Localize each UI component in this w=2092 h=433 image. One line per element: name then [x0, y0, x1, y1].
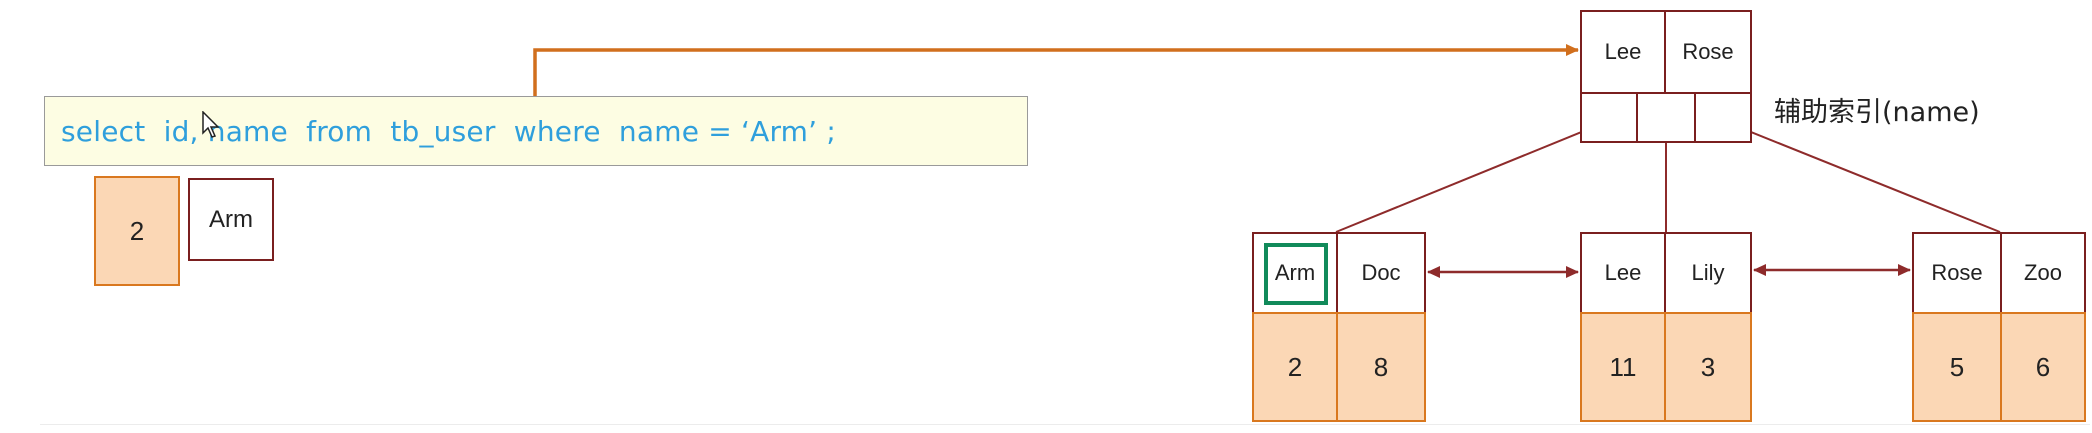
leaf-key-text: Rose [1931, 260, 1983, 285]
leaf-value-text: 8 [1373, 351, 1389, 382]
root-key-cell: Lee [1580, 10, 1666, 94]
leaf-key-cell: Lee [1580, 232, 1666, 314]
result-id-cell: 2 [94, 176, 180, 286]
leaf-key-text: Zoo [2024, 260, 2062, 285]
query-to-root-arrow [533, 44, 1579, 96]
root-pointer-cell [1636, 92, 1696, 143]
leaf-key-cell: Lily [1664, 232, 1752, 314]
root-to-leaf-3-line [1725, 121, 2001, 233]
leaf-key-text: Doc [1361, 260, 1401, 285]
mouse-pointer-icon [202, 111, 220, 138]
leaf-key-text: Arm [1274, 260, 1316, 285]
leaf-key-text: Lee [1604, 260, 1642, 285]
leaf-value-text: 2 [1287, 351, 1303, 382]
leaf-value-text: 11 [1609, 351, 1637, 382]
leaf-value-cell: 5 [1912, 312, 2002, 422]
root-pointer-cell [1694, 92, 1752, 143]
leaf-value-text: 6 [2035, 351, 2051, 382]
index-label: 辅助索引(name) [1774, 97, 1980, 128]
leaf-value-text: 3 [1700, 351, 1716, 382]
leaf-value-text: 5 [1949, 351, 1965, 382]
bottom-divider [40, 424, 2090, 425]
leaf-value-cell: 8 [1336, 312, 1426, 422]
root-key-cell: Rose [1664, 10, 1752, 94]
leaf-key-cell: Rose [1912, 232, 2002, 314]
leaf-key-cell: Doc [1336, 232, 1426, 314]
leaf-key-cell: Arm [1252, 232, 1338, 314]
leaf-value-cell: 3 [1664, 312, 1752, 422]
leaf-value-cell: 11 [1580, 312, 1666, 422]
diagram-stage: select id, name from tb_user where name … [0, 0, 2092, 433]
result-id-value: 2 [129, 215, 145, 246]
root-key-text: Rose [1682, 39, 1734, 64]
connector-layer [533, 44, 2001, 278]
leaf-key-text: Lily [1691, 260, 1725, 285]
leaf-value-cell: 2 [1252, 312, 1338, 422]
root-to-leaf-1-line [1335, 121, 1607, 233]
query-box: select id, name from tb_user where name … [44, 96, 1028, 166]
root-key-text: Lee [1604, 39, 1642, 64]
root-pointer-cell [1580, 92, 1638, 143]
query-text: select id, name from tb_user where name … [61, 115, 836, 148]
result-name-value: Arm [209, 205, 253, 233]
leaf-key-cell: Zoo [2000, 232, 2086, 314]
result-name-cell: Arm [188, 178, 274, 261]
leaf-value-cell: 6 [2000, 312, 2086, 422]
